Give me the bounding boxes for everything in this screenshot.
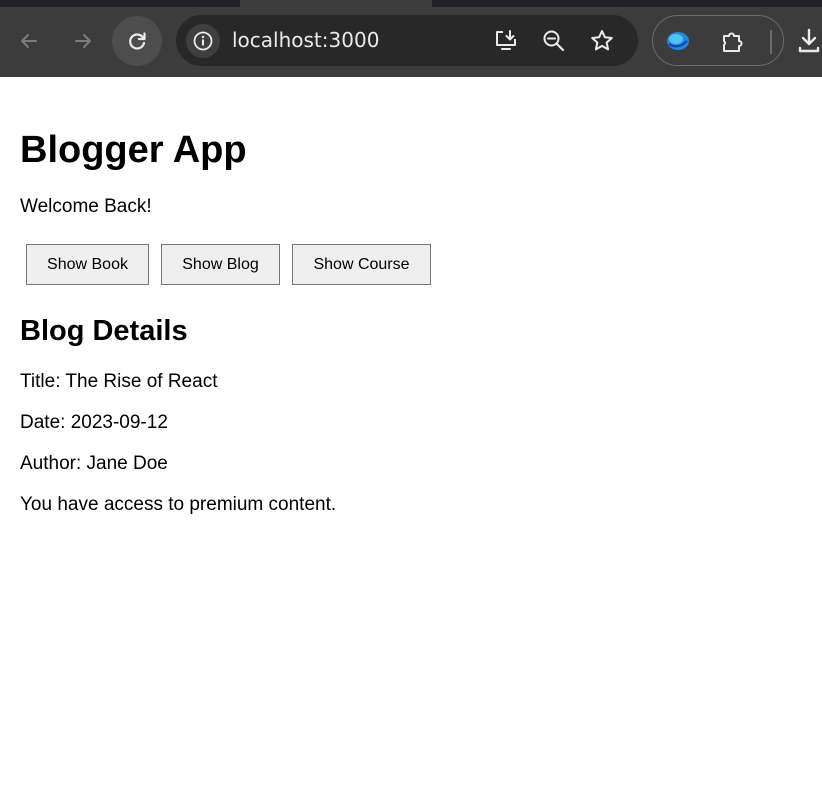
browser-toolbar: localhost:3000: [0, 7, 822, 77]
address-bar[interactable]: localhost:3000: [176, 15, 638, 66]
reload-button[interactable]: [112, 16, 162, 66]
extension-blue-icon: [667, 32, 689, 50]
app-title: Blogger App: [20, 129, 247, 171]
back-button[interactable]: [4, 16, 54, 66]
star-icon: [591, 30, 613, 51]
site-info-button[interactable]: [186, 24, 220, 58]
zoom-button[interactable]: [540, 27, 568, 55]
bookmark-button[interactable]: [588, 27, 616, 55]
show-book-button[interactable]: Show Book: [26, 244, 149, 285]
tab-strip: [0, 0, 822, 7]
toolbar-divider: [770, 30, 772, 54]
install-app-icon: [496, 30, 516, 50]
download-icon: [798, 28, 820, 53]
zoom-out-icon: [543, 30, 565, 52]
arrow-right-icon: [75, 34, 91, 48]
browser-chrome: localhost:3000: [0, 0, 822, 77]
url-text[interactable]: localhost:3000: [232, 15, 379, 66]
forward-button[interactable]: [58, 16, 108, 66]
show-blog-button[interactable]: Show Blog: [161, 244, 280, 285]
puzzle-icon: [723, 32, 743, 52]
arrow-left-icon: [21, 34, 37, 48]
downloads-button[interactable]: [796, 25, 822, 57]
welcome-message: Welcome Back!: [20, 196, 152, 217]
extensions-menu-button[interactable]: [717, 25, 749, 57]
install-app-button[interactable]: [492, 27, 520, 55]
active-tab[interactable]: [240, 0, 432, 7]
blog-date: Date: 2023-09-12: [20, 412, 168, 433]
extension-button[interactable]: [662, 25, 694, 57]
reload-icon: [129, 32, 146, 50]
extensions-area: [652, 15, 784, 66]
show-course-button[interactable]: Show Course: [292, 244, 431, 285]
premium-access-message: You have access to premium content.: [20, 494, 337, 515]
page-content: Blogger App Welcome Back! Show Book Show…: [0, 77, 822, 789]
blog-details-heading: Blog Details: [20, 315, 188, 347]
info-icon: [193, 31, 213, 51]
blog-title: Title: The Rise of React: [20, 371, 218, 392]
blog-author: Author: Jane Doe: [20, 453, 168, 474]
